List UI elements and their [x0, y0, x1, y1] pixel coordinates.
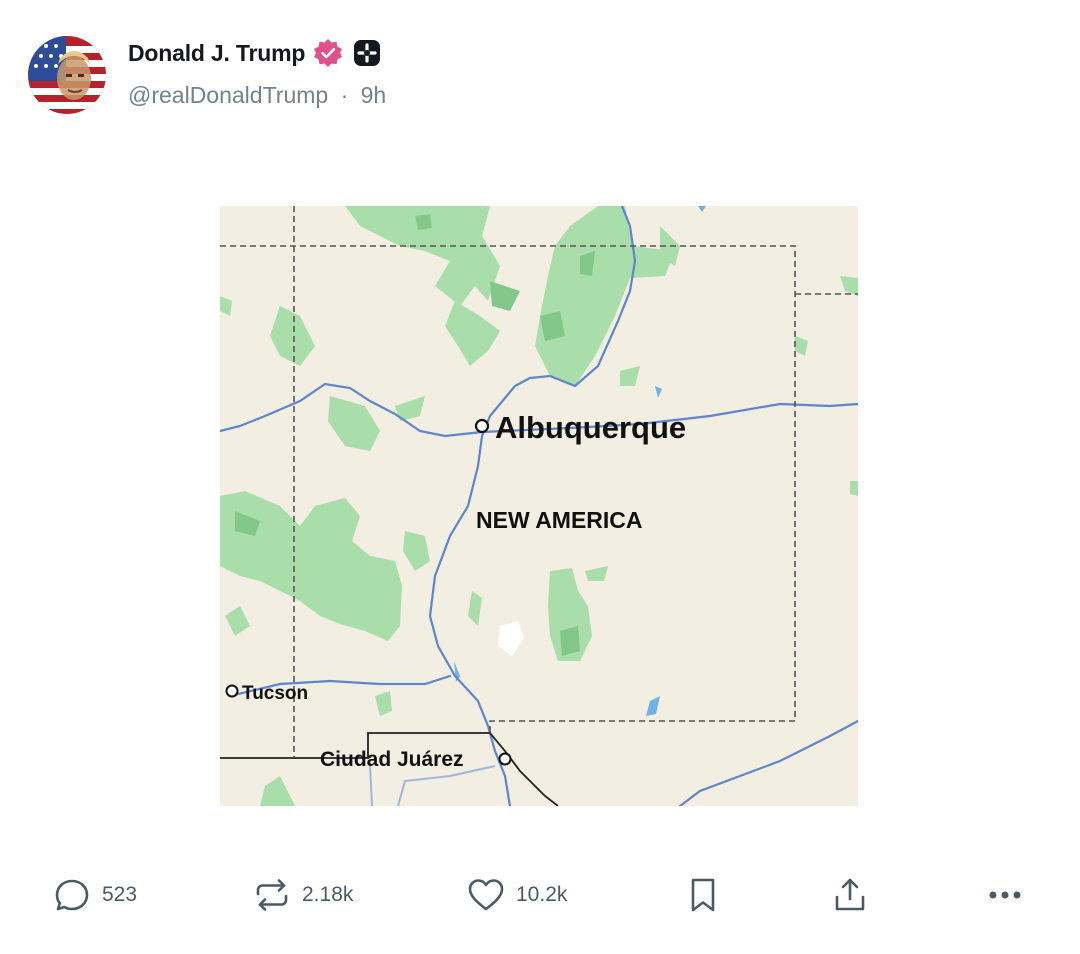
tucson-marker [225, 684, 239, 698]
handle[interactable]: @realDonaldTrump [128, 82, 328, 108]
bookmark-icon [683, 875, 723, 915]
plus-badge-icon [353, 39, 381, 67]
post-time[interactable]: 9h [361, 82, 387, 108]
albuquerque-label: Albuquerque [495, 410, 686, 445]
more-button[interactable] [985, 872, 1025, 918]
juarez-marker [498, 752, 512, 766]
juarez-label: Ciudad Juárez [320, 748, 464, 771]
like-button[interactable]: 10.2k [466, 872, 567, 918]
post-card: Donald J. Trump @realDonaldTrump · 9h Al… [0, 0, 1080, 954]
map-image[interactable]: Albuquerque NEW AMERICA Tucson Ciudad Ju… [220, 206, 858, 806]
repost-count: 2.18k [302, 883, 354, 906]
handle-row: @realDonaldTrump · 9h [128, 82, 386, 109]
map-graphic: Albuquerque NEW AMERICA Tucson Ciudad Ju… [220, 206, 858, 806]
bookmark-button[interactable] [683, 872, 723, 918]
separator-dot: · [340, 82, 349, 108]
avatar[interactable] [28, 36, 106, 114]
heart-icon [466, 875, 506, 915]
reply-button[interactable]: 523 [52, 872, 137, 918]
tucson-label: Tucson [242, 683, 308, 704]
repost-button[interactable]: 2.18k [252, 872, 353, 918]
more-icon [985, 875, 1025, 915]
albuquerque-marker [474, 418, 490, 434]
share-button[interactable] [830, 872, 870, 918]
verified-badge-icon [313, 38, 343, 68]
display-name[interactable]: Donald J. Trump [128, 40, 305, 67]
reply-icon [52, 875, 92, 915]
like-count: 10.2k [516, 883, 568, 906]
author-name-row: Donald J. Trump [128, 36, 381, 70]
region-label: NEW AMERICA [476, 507, 643, 533]
reply-count: 523 [102, 883, 138, 906]
share-icon [830, 875, 870, 915]
repost-icon [252, 875, 292, 915]
